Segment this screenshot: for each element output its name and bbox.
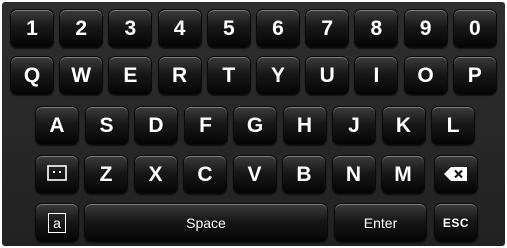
key-j[interactable]: J — [332, 106, 376, 145]
key-k-label: K — [395, 113, 412, 137]
key-c[interactable]: C — [183, 155, 227, 194]
key-w-label: W — [71, 63, 92, 87]
key-s[interactable]: S — [84, 106, 129, 145]
case-toggle-label: a — [53, 214, 61, 231]
key-y[interactable]: Y — [256, 56, 300, 95]
key-e[interactable]: E — [108, 56, 153, 95]
key-b-label: B — [296, 162, 312, 186]
key-6-label: 6 — [272, 16, 284, 40]
on-screen-keyboard: 1 2 3 4 5 6 7 8 9 0 Q W E R T Y U I O P A S D F G H J K L Z X C V B N Ma Spa… — [2, 2, 505, 246]
key-a[interactable]: A — [35, 106, 79, 145]
key-m[interactable]: M — [381, 155, 425, 194]
enter-key-label: Enter — [363, 214, 398, 231]
key-t-label: T — [222, 63, 236, 87]
key-h-label: H — [296, 113, 313, 137]
key-f[interactable]: F — [183, 106, 228, 145]
key-r-label: R — [172, 63, 188, 87]
backspace-key[interactable] — [434, 155, 478, 194]
key-z-label: Z — [99, 162, 113, 186]
key-7[interactable]: 7 — [305, 9, 350, 48]
key-n-label: N — [345, 162, 362, 186]
esc-key-label: ESC — [442, 215, 470, 230]
esc-key[interactable]: ESC — [434, 203, 478, 242]
key-p-label: P — [467, 63, 482, 87]
key-r[interactable]: R — [157, 56, 202, 95]
backspace-icon — [444, 163, 468, 187]
key-o-label: O — [417, 63, 434, 87]
key-9[interactable]: 9 — [403, 9, 448, 48]
key-i-label: I — [373, 63, 380, 87]
key-w[interactable]: W — [59, 56, 104, 95]
key-v-label: V — [247, 162, 262, 186]
key-4-label: 4 — [173, 16, 186, 40]
key-l-label: L — [446, 113, 460, 137]
space-key[interactable]: Space — [84, 203, 328, 242]
key-5-label: 5 — [222, 16, 235, 40]
key-s-label: S — [99, 113, 114, 137]
caps-key[interactable]: a — [35, 203, 79, 242]
key-q[interactable]: Q — [10, 56, 54, 95]
key-0-label: 0 — [468, 16, 481, 40]
enter-key[interactable]: Enter — [334, 203, 427, 242]
key-i[interactable]: I — [354, 56, 399, 95]
key-e-label: E — [123, 63, 138, 87]
key-a-label: A — [49, 113, 65, 137]
key-8-label: 8 — [370, 16, 383, 40]
key-d[interactable]: D — [134, 106, 178, 145]
key-k[interactable]: K — [381, 106, 426, 145]
key-c-label: C — [197, 162, 213, 186]
key-t[interactable]: T — [206, 56, 251, 95]
key-7-label: 7 — [321, 16, 334, 40]
space-key-label: Space — [186, 214, 226, 231]
key-q-label: Q — [23, 63, 41, 87]
key-5[interactable]: 5 — [206, 9, 251, 48]
cursor-mode-key[interactable] — [35, 155, 79, 194]
key-v[interactable]: V — [232, 155, 277, 194]
case-toggle-icon: a — [48, 212, 66, 233]
key-b[interactable]: B — [282, 155, 326, 194]
key-x[interactable]: X — [133, 155, 178, 194]
key-8[interactable]: 8 — [354, 9, 399, 48]
key-1-label: 1 — [26, 16, 38, 40]
key-1[interactable]: 1 — [10, 9, 54, 48]
key-3-label: 3 — [124, 16, 137, 40]
key-m-label: M — [394, 162, 412, 186]
key-g[interactable]: G — [233, 106, 277, 145]
key-l[interactable]: L — [431, 106, 475, 145]
key-z[interactable]: Z — [84, 155, 128, 194]
key-j-label: J — [348, 113, 360, 137]
key-6[interactable]: 6 — [256, 9, 300, 48]
key-o[interactable]: O — [403, 56, 448, 95]
key-0[interactable]: 0 — [452, 9, 497, 48]
key-p[interactable]: P — [452, 56, 497, 95]
key-9-label: 9 — [419, 16, 432, 40]
key-h[interactable]: H — [282, 106, 327, 145]
key-u-label: U — [319, 63, 335, 87]
key-2[interactable]: 2 — [59, 9, 104, 48]
cursor-box-icon — [47, 163, 67, 187]
key-2-label: 2 — [75, 16, 88, 40]
key-u[interactable]: U — [305, 56, 350, 95]
key-y-label: Y — [270, 63, 285, 87]
key-4[interactable]: 4 — [157, 9, 202, 48]
key-x-label: X — [148, 162, 163, 186]
key-f-label: F — [199, 113, 212, 137]
key-g-label: G — [246, 113, 264, 137]
key-d-label: D — [148, 113, 164, 137]
key-n[interactable]: N — [331, 155, 376, 194]
key-3[interactable]: 3 — [108, 9, 153, 48]
